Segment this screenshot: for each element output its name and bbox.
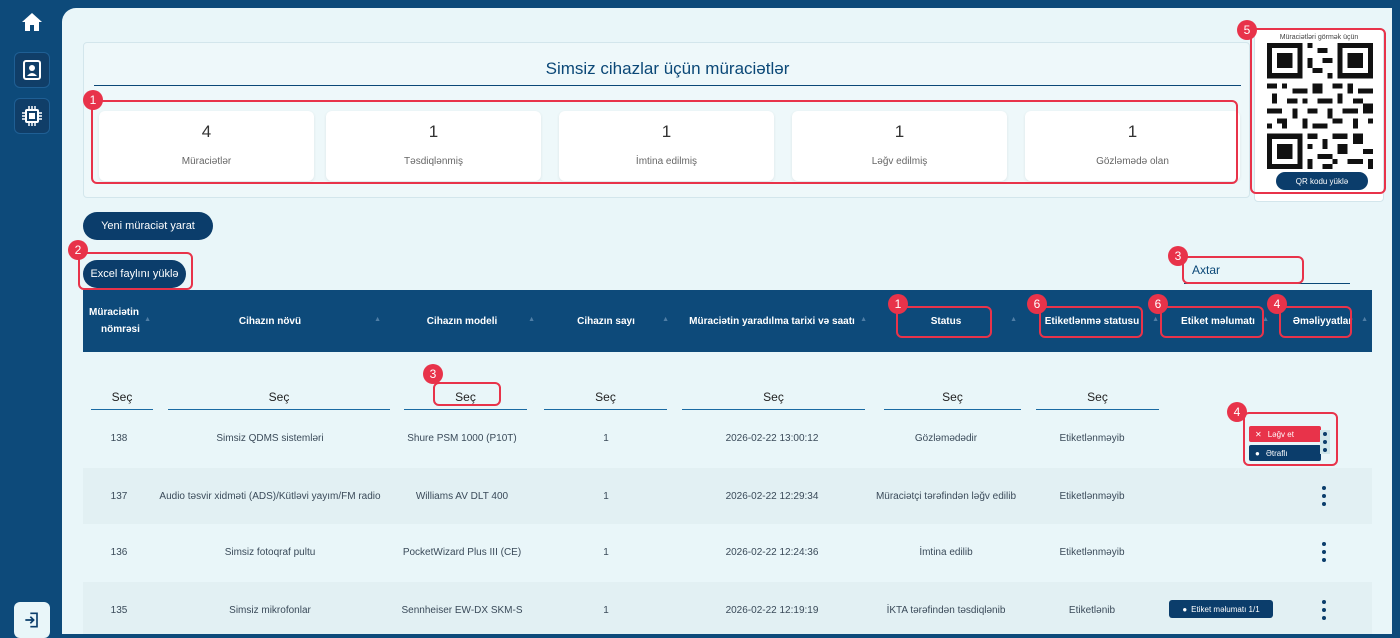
cell-model: PocketWizard Plus III (CE) — [402, 546, 522, 558]
sort-icon: ▲ — [1152, 316, 1159, 323]
home-button[interactable] — [14, 4, 50, 40]
annotation-marker: 5 — [1237, 20, 1257, 40]
cell-type: Simsiz mikrofonlar — [229, 604, 311, 616]
cell-type: Simsiz fotoqraf pultu — [224, 546, 316, 558]
cell-number: 136 — [110, 546, 128, 558]
annotation-box — [78, 252, 193, 290]
annotation-box — [433, 382, 501, 406]
cell-status: İmtina edilib — [919, 546, 973, 558]
cell-label-status: Etiketlənməyib — [1059, 432, 1125, 444]
annotation-marker: 3 — [423, 364, 443, 384]
filter-select-type[interactable]: Seç — [168, 386, 390, 410]
cell-model: Sennheiser EW-DX SKM-S — [401, 604, 523, 616]
annotation-marker: 3 — [1168, 246, 1188, 266]
filter-row: Seç Seç Seç Seç Seç Seç Seç — [83, 380, 1372, 414]
annotation-marker: 1 — [888, 294, 908, 314]
column-header-label: Cihazın sayı — [577, 315, 635, 327]
logout-icon — [25, 612, 38, 628]
devices-button[interactable] — [14, 98, 50, 134]
column-header-label: Müraciətin yaradılma tarixi və saatı — [689, 315, 855, 327]
contact-card-icon — [23, 60, 41, 80]
sort-icon: ▲ — [144, 316, 151, 323]
row-actions-menu-button[interactable] — [1319, 598, 1329, 622]
annotation-box — [1039, 306, 1143, 338]
column-header-date[interactable]: Müraciətin yaradılma tarixi və saatı ▲ — [673, 290, 871, 352]
label-info-button[interactable]: ● Etiket məlumatı 1/1 — [1169, 600, 1273, 618]
cell-number: 138 — [110, 432, 128, 444]
column-header-label: nömrəsi — [101, 324, 140, 335]
cell-label-status: Etiketlənməyib — [1059, 490, 1125, 502]
table-row: 136 Simsiz fotoqraf pultu PocketWizard P… — [83, 524, 1372, 580]
annotation-marker: 4 — [1267, 294, 1287, 314]
annotation-marker: 1 — [83, 90, 103, 110]
cell-count: 1 — [603, 490, 609, 502]
column-header-label: Cihazın modeli — [426, 315, 498, 327]
cell-status: İKTA tərəfindən təsdiqlənib — [886, 604, 1006, 616]
sort-icon: ▲ — [1010, 316, 1017, 323]
cell-status: Müraciətçi tərəfindən ləğv edilib — [875, 490, 1017, 502]
eye-icon: ● — [1182, 604, 1188, 614]
sort-icon: ▲ — [1361, 316, 1368, 323]
logout-button[interactable] — [14, 602, 50, 638]
cell-count: 1 — [603, 604, 609, 616]
sort-icon: ▲ — [528, 316, 535, 323]
column-header-model[interactable]: Cihazın modeli ▲ — [385, 290, 539, 352]
filter-select-status[interactable]: Seç — [884, 386, 1021, 410]
cell-model: Williams AV DLT 400 — [415, 490, 509, 502]
cell-date: 2026-02-22 12:29:34 — [725, 490, 819, 502]
title-divider — [94, 85, 1241, 86]
contacts-button[interactable] — [14, 52, 50, 88]
home-icon — [22, 13, 42, 31]
column-header-number[interactable]: Müraciətin nömrəsi ▲ — [83, 290, 155, 352]
table-row: 135 Simsiz mikrofonlar Sennheiser EW-DX … — [83, 582, 1372, 634]
annotation-box — [896, 306, 992, 338]
column-header-label: Müraciətin — [89, 307, 140, 318]
sort-icon: ▲ — [374, 316, 381, 323]
column-header-label: Cihazın növü — [238, 315, 302, 327]
sidebar — [0, 0, 62, 638]
annotation-marker: 6 — [1027, 294, 1047, 314]
cell-date: 2026-02-22 12:19:19 — [725, 604, 819, 616]
filter-select-number[interactable]: Seç — [91, 386, 153, 410]
chip-icon — [22, 106, 42, 126]
filter-select-count[interactable]: Seç — [544, 386, 667, 410]
filter-select-date[interactable]: Seç — [682, 386, 865, 410]
column-header-type[interactable]: Cihazın növü ▲ — [155, 290, 385, 352]
cell-type: Audio təsvir xidməti (ADS)/Kütləvi yayım… — [159, 490, 381, 502]
cell-date: 2026-02-22 13:00:12 — [725, 432, 819, 444]
cell-model: Shure PSM 1000 (P10T) — [407, 432, 517, 444]
annotation-marker: 4 — [1227, 402, 1247, 422]
row-actions-menu-button[interactable] — [1319, 540, 1329, 564]
annotation-box — [91, 100, 1238, 184]
sort-icon: ▲ — [662, 316, 669, 323]
annotation-box — [1243, 412, 1338, 466]
cell-count: 1 — [603, 546, 609, 558]
sort-icon: ▲ — [860, 316, 867, 323]
cell-date: 2026-02-22 12:24:36 — [725, 546, 819, 558]
row-actions-menu-button[interactable] — [1319, 484, 1329, 508]
label-info-text: Etiket məlumatı 1/1 — [1191, 604, 1260, 614]
annotation-marker: 2 — [68, 240, 88, 260]
annotation-box — [1160, 306, 1264, 338]
filter-select-label-status[interactable]: Seç — [1036, 386, 1159, 410]
column-header-count[interactable]: Cihazın sayı ▲ — [539, 290, 673, 352]
annotation-marker: 6 — [1148, 294, 1168, 314]
annotation-box — [1250, 28, 1386, 194]
main-panel: Simsiz cihazlar üçün müraciətlər 4 Mürac… — [62, 8, 1392, 634]
cell-label-status: Etiketlənməyib — [1059, 546, 1125, 558]
cell-label-status: Etiketlənib — [1068, 604, 1116, 616]
cell-number: 137 — [110, 490, 128, 502]
new-request-button[interactable]: Yeni müraciət yarat — [83, 212, 213, 240]
table-row: 138 Simsiz QDMS sistemləri Shure PSM 100… — [83, 410, 1372, 466]
cell-count: 1 — [603, 432, 609, 444]
table-row: 137 Audio təsvir xidməti (ADS)/Kütləvi y… — [83, 468, 1372, 524]
cell-status: Gözləmədədir — [914, 432, 978, 444]
cell-type: Simsiz QDMS sistemləri — [216, 432, 324, 444]
page-title: Simsiz cihazlar üçün müraciətlər — [545, 59, 790, 78]
annotation-box — [1279, 306, 1352, 338]
cell-number: 135 — [110, 604, 128, 616]
annotation-box — [1182, 256, 1304, 284]
